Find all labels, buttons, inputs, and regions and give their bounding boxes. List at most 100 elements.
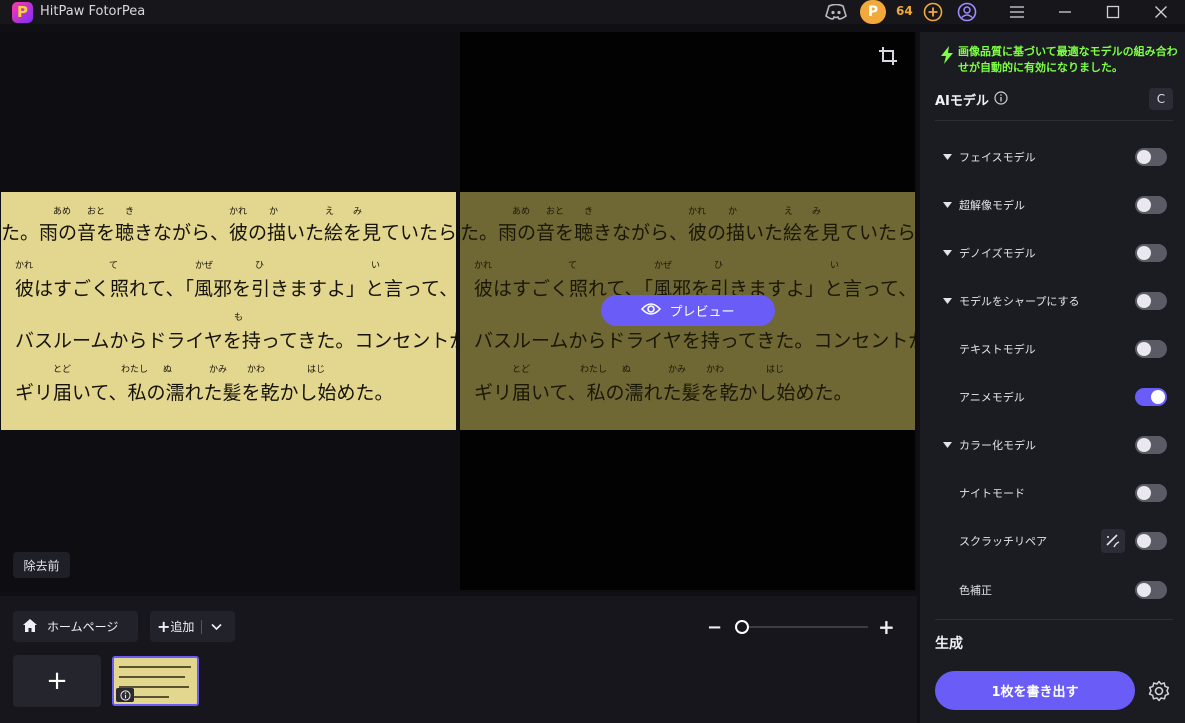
model-row-anime[interactable]: アニメモデル <box>935 385 1167 409</box>
minimize-icon[interactable] <box>1054 2 1076 22</box>
crop-icon[interactable] <box>878 46 898 66</box>
refresh-button[interactable]: C <box>1149 88 1173 110</box>
plus-icon: + <box>46 666 68 696</box>
model-toggle[interactable] <box>1135 340 1167 358</box>
model-toggle[interactable] <box>1135 581 1167 599</box>
ruby-text: い <box>371 261 381 271</box>
scratch-brush-icon[interactable] <box>1101 529 1125 553</box>
model-label: 超解像モデル <box>959 199 1025 212</box>
ruby-text: ぬ <box>163 365 173 375</box>
model-label: ナイトモード <box>959 487 1025 500</box>
chevron-down-icon[interactable] <box>211 620 222 634</box>
model-row-text[interactable]: テキストモデル <box>935 337 1167 361</box>
home-button[interactable]: ホームページ <box>13 611 138 642</box>
image-text-line: た。雨の音を聴きながら、彼の描いた絵を見ていたら、 <box>460 222 915 244</box>
menu-icon[interactable] <box>1006 2 1028 22</box>
ruby-text: かれ <box>15 261 34 271</box>
caret-down-icon[interactable] <box>935 250 959 256</box>
caret-down-icon[interactable] <box>935 202 959 208</box>
model-label: 色補正 <box>959 584 992 597</box>
image-text-line: ギリ届いて、私の濡れた髪を乾かし始めた。 <box>15 382 394 404</box>
model-row-night[interactable]: ナイトモード <box>935 481 1167 505</box>
coin-icon[interactable]: P <box>860 0 886 24</box>
model-row-denoise[interactable]: デノイズモデル <box>935 241 1167 265</box>
ruby-text: かわ <box>706 365 725 375</box>
caret-down-icon[interactable] <box>935 154 959 160</box>
image-text-line: ギリ届いて、私の濡れた髪を乾かし始めた。 <box>474 382 853 404</box>
generate-title: 生成 <box>935 636 963 652</box>
divider <box>201 619 203 634</box>
model-row-face[interactable]: フェイスモデル <box>935 145 1167 169</box>
ruby-text: わたし <box>580 365 608 375</box>
image-text-line: バスルームからドライヤを持ってきた。コンセントが <box>474 330 915 352</box>
close-icon[interactable] <box>1150 2 1172 22</box>
model-label: テキストモデル <box>959 343 1036 356</box>
model-toggle[interactable] <box>1135 484 1167 502</box>
model-label: カラー化モデル <box>959 439 1036 452</box>
ruby-text: はじ <box>307 365 326 375</box>
model-toggle[interactable] <box>1135 244 1167 262</box>
ruby-text: とど <box>512 365 531 375</box>
model-toggle[interactable] <box>1135 292 1167 310</box>
app-title: HitPaw FotorPea <box>40 4 146 19</box>
ruby-text: かみ <box>668 365 687 375</box>
maximize-icon[interactable] <box>1102 2 1124 22</box>
model-label: フェイスモデル <box>959 151 1036 164</box>
divider <box>935 619 1173 620</box>
eye-icon <box>641 302 662 320</box>
ruby-text: き <box>584 207 594 217</box>
ruby-text: かれ <box>474 261 493 271</box>
model-row-color-correction[interactable]: 色補正 <box>935 578 1167 602</box>
before-label: 除去前 <box>13 552 70 578</box>
lightning-icon <box>940 46 954 68</box>
ruby-text: おと <box>546 207 565 217</box>
ruby-text: おと <box>87 207 106 217</box>
ruby-text: ぬ <box>622 365 632 375</box>
model-toggle[interactable] <box>1135 148 1167 166</box>
model-toggle[interactable] <box>1135 436 1167 454</box>
ruby-text: き <box>125 207 135 217</box>
ruby-text: か <box>269 207 279 217</box>
image-text-line: 彼はすごく照れて、「風邪を引きますよ」と言って、 <box>15 278 456 300</box>
zoom-in-icon[interactable]: + <box>878 615 895 639</box>
add-image-tile[interactable]: + <box>13 655 101 707</box>
ruby-text: あめ <box>512 207 531 217</box>
export-button[interactable]: 1枚を書き出す <box>935 671 1135 710</box>
ruby-text: ひ <box>714 261 724 271</box>
ruby-text: え <box>784 207 794 217</box>
before-image: あめ おと き かれ か え み た。雨の音を聴きながら、彼の描いた絵を見ていた… <box>1 192 456 430</box>
ruby-text: かわ <box>247 365 266 375</box>
zoom-slider-handle[interactable] <box>735 620 749 634</box>
model-toggle[interactable] <box>1135 196 1167 214</box>
ruby-text: も <box>234 313 244 323</box>
ruby-text: とど <box>53 365 72 375</box>
zoom-out-icon[interactable]: − <box>707 617 722 638</box>
preview-button[interactable]: プレビュー <box>601 295 775 326</box>
model-label: アニメモデル <box>959 391 1025 404</box>
info-icon[interactable] <box>994 90 1008 109</box>
model-row-super-resolution[interactable]: 超解像モデル <box>935 193 1167 217</box>
caret-down-icon[interactable] <box>935 298 959 304</box>
model-row-colorize[interactable]: カラー化モデル <box>935 433 1167 457</box>
info-icon[interactable] <box>116 688 134 702</box>
add-button[interactable]: + 追加 <box>150 611 235 642</box>
zoom-slider[interactable] <box>742 626 868 628</box>
add-coins-icon[interactable] <box>922 2 944 22</box>
model-toggle[interactable] <box>1135 388 1167 406</box>
coin-count: 64 <box>896 4 913 18</box>
preview-label: プレビュー <box>669 305 735 320</box>
discord-icon[interactable] <box>824 2 848 22</box>
model-row-sharpen[interactable]: モデルをシャープにする <box>935 289 1167 313</box>
model-toggle[interactable] <box>1135 532 1167 550</box>
caret-down-icon[interactable] <box>935 442 959 448</box>
divider <box>935 120 1173 121</box>
ruby-text: い <box>830 261 840 271</box>
gear-icon[interactable] <box>1147 679 1171 703</box>
image-thumbnail[interactable] <box>112 656 199 706</box>
model-label: スクラッチリペア <box>959 535 1047 548</box>
account-icon[interactable] <box>956 2 978 22</box>
ruby-text: かみ <box>209 365 228 375</box>
ruby-text: か <box>728 207 738 217</box>
model-label: モデルをシャープにする <box>959 295 1080 308</box>
model-row-scratch-repair[interactable]: スクラッチリペア <box>935 529 1167 553</box>
